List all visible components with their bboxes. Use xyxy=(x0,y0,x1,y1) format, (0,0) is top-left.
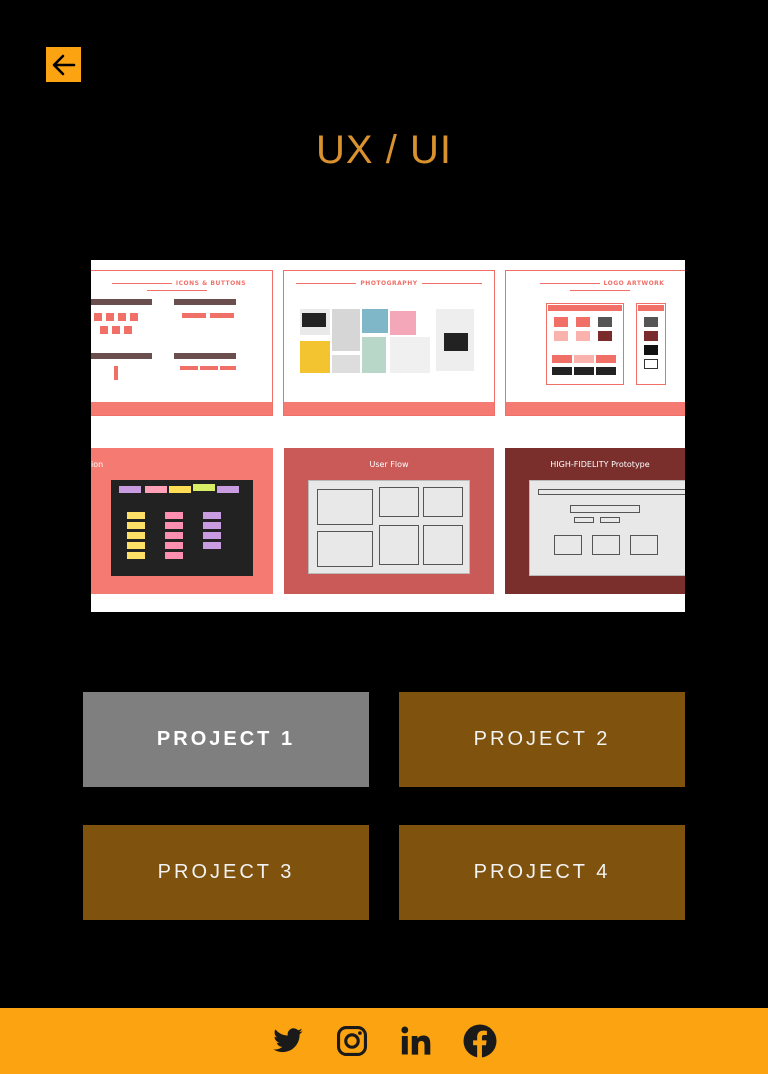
project-1-button[interactable]: PROJECT 1 xyxy=(83,692,369,787)
slide-logo-artwork: LOGO ARTWORK xyxy=(505,270,685,416)
page-title: UX / UI xyxy=(316,128,452,172)
twitter-icon xyxy=(273,1028,303,1053)
project-2-label: PROJECT 2 xyxy=(473,728,611,750)
project-4-button[interactable]: PROJECT 4 xyxy=(399,825,685,920)
project-3-label: PROJECT 3 xyxy=(157,861,295,883)
slide-user-flow: User Flow xyxy=(284,448,494,594)
linkedin-link[interactable] xyxy=(398,1023,434,1059)
instagram-link[interactable] xyxy=(334,1023,370,1059)
linkedin-icon xyxy=(401,1026,431,1055)
twitter-link[interactable] xyxy=(270,1023,306,1059)
instagram-icon xyxy=(336,1025,368,1057)
footer xyxy=(0,1008,768,1074)
project-1-label: PROJECT 1 xyxy=(156,728,296,750)
facebook-link[interactable] xyxy=(462,1023,498,1059)
slide-photography: PHOTOGRAPHY xyxy=(283,270,495,416)
slide-ideation: ion xyxy=(91,448,273,594)
slide-icons-buttons: ICONS & BUTTONS xyxy=(91,270,273,416)
project-3-button[interactable]: PROJECT 3 xyxy=(83,825,369,920)
project-4-label: PROJECT 4 xyxy=(473,861,611,883)
project-2-button[interactable]: PROJECT 2 xyxy=(399,692,685,787)
facebook-icon xyxy=(463,1024,497,1058)
project-preview-image: ICONS & BUTTONS PHOTOGRAPHY LOGO ARTWORK… xyxy=(91,260,685,612)
back-button[interactable] xyxy=(46,47,81,82)
arrow-left-icon xyxy=(52,54,75,75)
slide-hifi-prototype: HIGH-FIDELITY Prototype xyxy=(505,448,685,594)
